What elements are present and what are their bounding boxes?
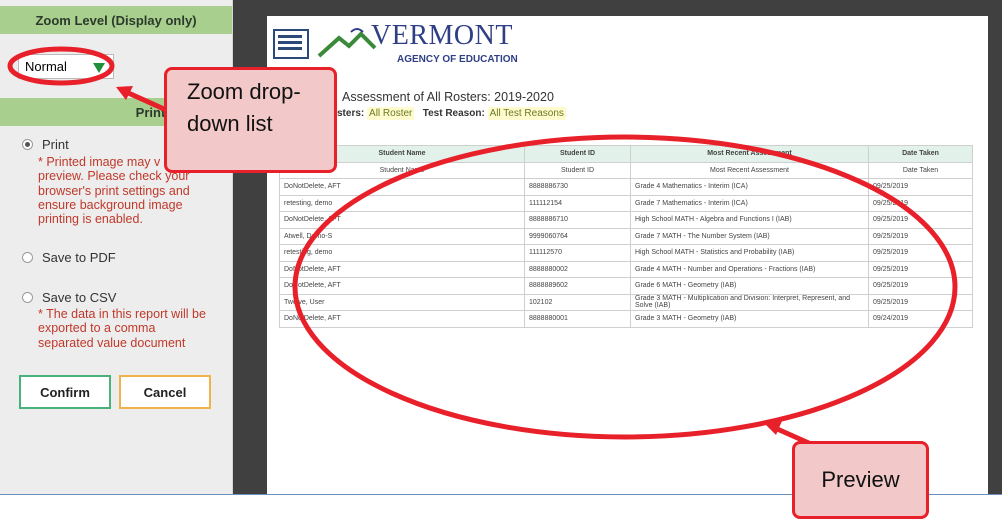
zoom-callout-line: down list bbox=[187, 111, 273, 136]
zoom-highlight-ellipse bbox=[7, 46, 115, 86]
zoom-callout-line: Zoom drop- bbox=[187, 79, 301, 104]
preview-callout: Preview bbox=[792, 441, 929, 519]
zoom-dropdown-callout: Zoom drop- down list bbox=[164, 67, 337, 173]
preview-highlight-ellipse bbox=[292, 134, 958, 440]
